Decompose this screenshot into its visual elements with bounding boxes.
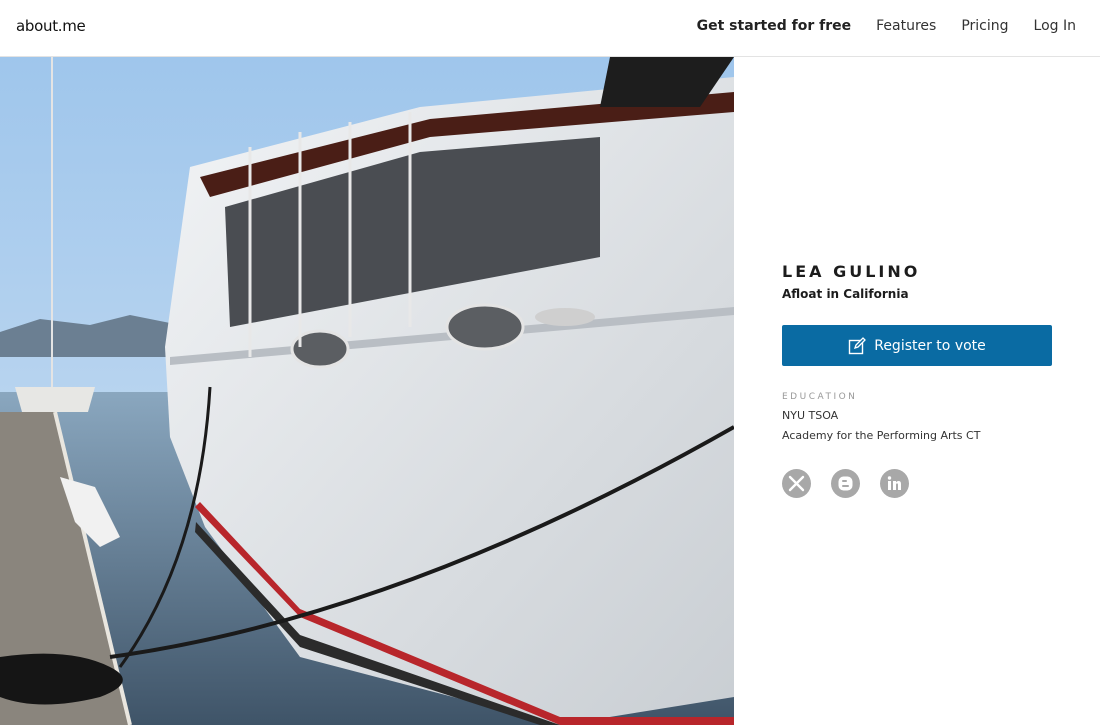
social-links: [782, 469, 909, 498]
profile-headline: Afloat in California: [782, 287, 909, 301]
blogger-icon[interactable]: [831, 469, 860, 498]
education-label: EDUCATION: [782, 392, 858, 402]
education-item: NYU TSOA: [782, 409, 839, 422]
education-item: Academy for the Performing Arts CT: [782, 429, 981, 442]
background-photo: [0, 57, 734, 725]
top-nav: Get started for free Features Pricing Lo…: [697, 18, 1076, 34]
about-me-logo[interactable]: about.me: [16, 17, 86, 35]
register-to-vote-button[interactable]: Register to vote: [782, 325, 1052, 366]
register-to-vote-label: Register to vote: [874, 337, 986, 354]
linkedin-icon[interactable]: [880, 469, 909, 498]
profile-name: LEA GULINO: [782, 262, 921, 281]
login-link[interactable]: Log In: [1034, 18, 1076, 34]
features-link[interactable]: Features: [876, 18, 936, 34]
x-icon[interactable]: [782, 469, 811, 498]
edit-icon: [848, 336, 867, 355]
profile-card: LEA GULINO Afloat in California Register…: [782, 262, 1062, 498]
pricing-link[interactable]: Pricing: [961, 18, 1008, 34]
get-started-link[interactable]: Get started for free: [697, 18, 852, 34]
top-header: about.me Get started for free Features P…: [0, 0, 1100, 57]
